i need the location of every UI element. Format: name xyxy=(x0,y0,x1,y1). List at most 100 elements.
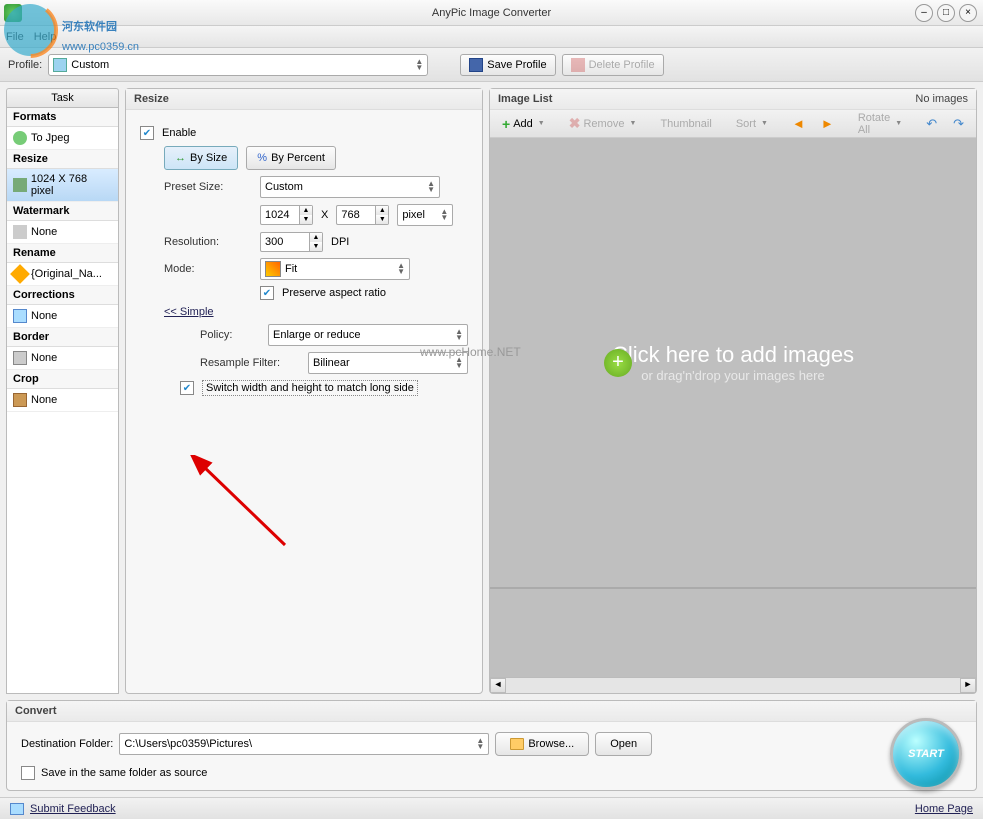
dropdown-icon[interactable]: ▼ xyxy=(761,120,768,127)
close-button[interactable]: × xyxy=(959,4,977,22)
no-images-label: No images xyxy=(915,93,968,105)
width-input[interactable] xyxy=(260,205,300,225)
dest-folder-label: Destination Folder: xyxy=(21,738,113,750)
fit-icon xyxy=(265,261,281,277)
policy-select[interactable]: Enlarge or reduce▲▼ xyxy=(268,324,468,346)
task-item-label: None xyxy=(31,394,57,406)
profile-combo[interactable]: Custom ▲▼ xyxy=(48,54,428,76)
prev-button[interactable]: ◄ xyxy=(786,114,811,133)
select-arrows-icon: ▲▼ xyxy=(427,181,435,193)
image-list-panel: Image List No images +Add▼ ✖Remove▼ Thum… xyxy=(489,88,977,694)
open-label: Open xyxy=(610,738,637,750)
delete-profile-label: Delete Profile xyxy=(589,59,655,71)
policy-label: Policy: xyxy=(200,329,260,341)
home-page-link[interactable]: Home Page xyxy=(915,803,973,815)
task-item-rename[interactable]: {Original_Na... xyxy=(7,263,118,286)
dropdown-icon[interactable]: ▼ xyxy=(538,120,545,127)
resize-panel: Resize ✔ Enable ↔By Size %By Percent Pre… xyxy=(125,88,483,694)
mode-select[interactable]: Fit ▲▼ xyxy=(260,258,410,280)
scroll-right-icon[interactable]: ► xyxy=(960,678,976,693)
preset-size-label: Preset Size: xyxy=(164,181,252,193)
task-item-to-jpeg[interactable]: To Jpeg xyxy=(7,127,118,150)
filter-value: Bilinear xyxy=(313,357,350,369)
scroll-left-icon[interactable]: ◄ xyxy=(490,678,506,693)
filter-select[interactable]: Bilinear ▲▼ xyxy=(308,352,468,374)
preview-strip xyxy=(490,587,976,677)
preserve-aspect-checkbox[interactable]: ✔ xyxy=(260,286,274,300)
spin-down-icon[interactable]: ▼ xyxy=(300,215,312,224)
save-profile-label: Save Profile xyxy=(487,59,546,71)
resolution-input[interactable] xyxy=(260,232,310,252)
browse-button[interactable]: Browse... xyxy=(495,732,589,756)
preset-size-select[interactable]: Custom ▲▼ xyxy=(260,176,440,198)
task-group-crop: Crop xyxy=(7,370,118,389)
sort-button[interactable]: Sort ▼ xyxy=(730,116,774,132)
sort-label: Sort xyxy=(736,118,756,130)
folder-icon xyxy=(510,738,524,750)
task-item-crop[interactable]: None xyxy=(7,389,118,412)
height-input[interactable] xyxy=(336,205,376,225)
arrow-left-icon: ◄ xyxy=(792,116,805,131)
remove-button[interactable]: ✖Remove▼ xyxy=(563,113,643,134)
watermark-icon xyxy=(13,225,27,239)
save-profile-button[interactable]: Save Profile xyxy=(460,54,555,76)
by-size-label: By Size xyxy=(190,152,227,164)
plus-icon: + xyxy=(502,116,510,132)
switch-wh-checkbox[interactable]: ✔ xyxy=(180,381,194,395)
task-item-corrections[interactable]: None xyxy=(7,305,118,328)
next-button[interactable]: ► xyxy=(815,114,840,133)
spin-up-icon[interactable]: ▲ xyxy=(300,206,312,215)
add-label: Add xyxy=(513,118,533,130)
simple-toggle-link[interactable]: << Simple xyxy=(164,306,214,318)
select-arrows-icon: ▲▼ xyxy=(455,357,463,369)
preserve-label: Preserve aspect ratio xyxy=(282,287,386,299)
undo-button[interactable]: ↶ xyxy=(920,114,943,134)
same-folder-label: Save in the same folder as source xyxy=(41,767,207,779)
submit-feedback-link[interactable]: Submit Feedback xyxy=(30,803,116,815)
scroll-track[interactable] xyxy=(506,678,960,693)
spin-up-icon[interactable]: ▲ xyxy=(376,206,388,215)
task-sidebar: Task Formats To Jpeg Resize 1024 X 768 p… xyxy=(6,88,119,694)
delete-icon xyxy=(571,58,585,72)
resolution-label: Resolution: xyxy=(164,236,252,248)
spin-up-icon[interactable]: ▲ xyxy=(310,233,322,242)
maximize-button[interactable]: □ xyxy=(937,4,955,22)
height-spinner[interactable]: ▲▼ xyxy=(336,205,389,225)
task-group-watermark: Watermark xyxy=(7,202,118,221)
open-button[interactable]: Open xyxy=(595,732,652,756)
spin-down-icon[interactable]: ▼ xyxy=(376,215,388,224)
same-folder-checkbox[interactable] xyxy=(21,766,35,780)
horizontal-scrollbar[interactable]: ◄ ► xyxy=(490,677,976,693)
minus-icon: ✖ xyxy=(569,115,581,132)
add-plus-icon: + xyxy=(604,349,632,377)
add-button[interactable]: +Add ▼ xyxy=(496,114,551,134)
window-title: AnyPic Image Converter xyxy=(432,7,551,19)
unit-select[interactable]: pixel▲▼ xyxy=(397,204,453,226)
resize-title: Resize xyxy=(126,89,482,110)
profile-icon xyxy=(53,58,67,72)
start-button[interactable]: START xyxy=(890,718,962,790)
drop-zone[interactable]: + Click here to add images or drag'n'dro… xyxy=(490,138,976,587)
minimize-button[interactable]: – xyxy=(915,4,933,22)
menu-help[interactable]: Help xyxy=(34,31,57,43)
dropdown-icon[interactable]: ▼ xyxy=(629,120,636,127)
redo-button[interactable]: ↷ xyxy=(947,114,970,134)
by-percent-button[interactable]: %By Percent xyxy=(246,146,336,170)
policy-value: Enlarge or reduce xyxy=(273,329,360,341)
delete-profile-button[interactable]: Delete Profile xyxy=(562,54,664,76)
thumbnail-button[interactable]: Thumbnail xyxy=(654,116,717,132)
task-item-border[interactable]: None xyxy=(7,347,118,370)
by-size-button[interactable]: ↔By Size xyxy=(164,146,238,170)
menu-file[interactable]: File xyxy=(6,31,24,43)
enable-checkbox[interactable]: ✔ xyxy=(140,126,154,140)
task-item-resize[interactable]: 1024 X 768 pixel xyxy=(7,169,118,202)
dropdown-icon[interactable]: ▼ xyxy=(895,120,902,127)
resolution-spinner[interactable]: ▲▼ xyxy=(260,232,323,252)
task-item-watermark[interactable]: None xyxy=(7,221,118,244)
dest-folder-combo[interactable]: C:\Users\pc0359\Pictures\ ▲▼ xyxy=(119,733,489,755)
width-spinner[interactable]: ▲▼ xyxy=(260,205,313,225)
menubar: File Help xyxy=(0,26,983,48)
browse-label: Browse... xyxy=(528,738,574,750)
spin-down-icon[interactable]: ▼ xyxy=(310,242,322,251)
rotate-all-button[interactable]: Rotate All▼ xyxy=(852,110,908,138)
